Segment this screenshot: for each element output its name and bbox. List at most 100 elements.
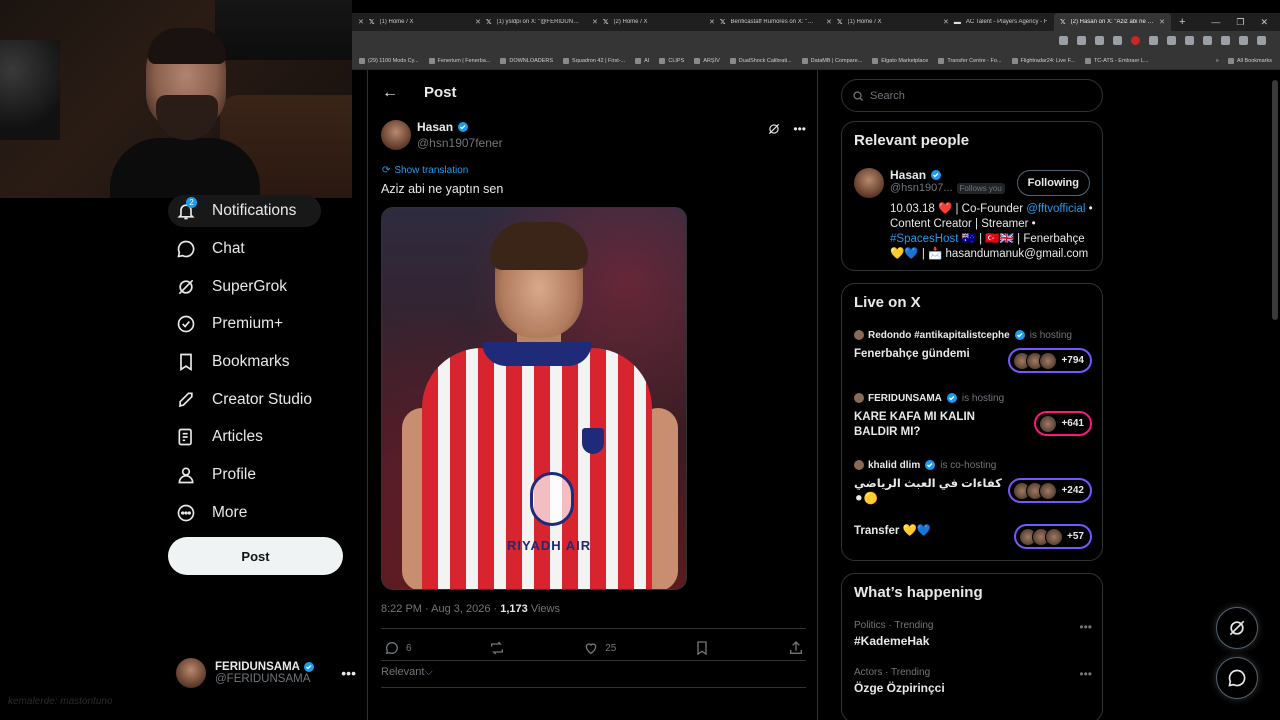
maximize-icon[interactable]: ❐ [1236, 17, 1244, 28]
bookmark-item[interactable]: Elgato Marketplace [867, 58, 933, 64]
bookmark-folder[interactable]: DOWNLOADERS [495, 58, 558, 64]
browser-tab[interactable]: ✕ 𝕏 (1) ysldpi on X: "@FERIDUNSAMA... [469, 13, 586, 31]
live-space-item[interactable]: FERIDUNSAMA is hosting KARE KAFA MI KALI… [854, 392, 1092, 440]
bookmark-folder[interactable]: ARŞİV [689, 58, 725, 64]
star-icon[interactable] [1113, 36, 1122, 45]
more-options-icon[interactable]: ••• [1079, 667, 1092, 681]
live-space-item[interactable]: khalid dlim is co-hosting كفاءات في العب… [854, 459, 1092, 507]
nav-item-chat[interactable]: Chat [168, 230, 358, 268]
chat-icon [177, 240, 195, 258]
host-role: is co-hosting [940, 459, 997, 471]
share-icon[interactable] [1095, 36, 1104, 45]
listener-count-pill[interactable]: +242 [1008, 478, 1092, 503]
search-input[interactable]: Search [870, 90, 905, 102]
more-options-icon[interactable]: ••• [1079, 620, 1092, 634]
bookmark-item[interactable]: Transfer Centre - Fo... [933, 58, 1006, 64]
close-icon[interactable]: ✕ [358, 18, 364, 26]
new-tab-icon[interactable]: + [1171, 16, 1193, 28]
browser-tab-active[interactable]: 𝕏 (2) Hasan on X: "Aziz abi ne y... ✕ [1054, 13, 1171, 31]
avatar[interactable] [381, 120, 411, 150]
reply-button[interactable]: 6 [384, 640, 412, 656]
bookmark-folder[interactable]: AI [630, 58, 654, 64]
bookmark-item[interactable]: Fenerium | Fenerba... [424, 58, 496, 64]
bookmark-favicon-icon [1011, 58, 1018, 64]
bookmark-button[interactable] [694, 640, 710, 656]
browser-tab[interactable]: ✕ 𝕏 (1) Home / X [352, 13, 469, 31]
like-button[interactable]: 25 [583, 640, 616, 656]
close-icon[interactable]: ✕ [475, 18, 481, 26]
account-menu-icon[interactable]: ••• [341, 665, 356, 681]
account-switcher[interactable]: FERIDUNSAMA @FERIDUNSAMA ••• [176, 658, 356, 688]
person-name[interactable]: Hasan [890, 168, 926, 182]
profile-icon[interactable] [1221, 36, 1230, 45]
share-button[interactable] [788, 640, 804, 656]
bookmark-item[interactable]: Squadron 42 | First-... [558, 58, 630, 64]
nav-item-profile[interactable]: Profile [168, 456, 358, 494]
browser-tab[interactable]: ✕ 𝕏 (2) Home / X [586, 13, 703, 31]
downloads-icon[interactable] [1239, 36, 1248, 45]
zoom-icon[interactable] [1077, 36, 1086, 45]
more-options-icon[interactable]: ••• [793, 122, 806, 136]
browser-tab[interactable]: ✕ 𝕏 Benficastaff Rumores on X: "C... [703, 13, 820, 31]
minimize-icon[interactable]: — [1211, 17, 1220, 28]
nav-item-creator-studio[interactable]: Creator Studio [168, 381, 358, 419]
bio-mention-link[interactable]: @fftvofficial [1026, 203, 1085, 215]
grok-icon[interactable] [767, 122, 781, 136]
post-timestamp[interactable]: 8:22 PM · Aug 3, 2026 · [381, 603, 500, 615]
menu-icon[interactable] [1257, 36, 1266, 45]
back-arrow-icon[interactable]: ← [382, 84, 398, 102]
following-button[interactable]: Following [1016, 170, 1090, 196]
listener-count-pill[interactable]: +641 [1034, 411, 1092, 436]
close-icon[interactable]: ✕ [826, 18, 832, 26]
close-icon[interactable]: ✕ [1159, 18, 1165, 26]
grok-floating-button[interactable] [1216, 607, 1258, 649]
bookmark-item[interactable]: DualShock Calibrati... [725, 58, 797, 64]
nav-item-more[interactable]: More [168, 494, 358, 532]
bio-hashtag-link[interactable]: #SpacesHost [890, 233, 958, 245]
compose-post-button[interactable]: Post [168, 537, 343, 575]
all-bookmarks[interactable]: » All Bookmarks [1211, 58, 1280, 64]
messages-floating-button[interactable] [1216, 657, 1258, 699]
author-name[interactable]: Hasan [417, 120, 453, 134]
bookmark-item[interactable]: TC-ATS - Embraer L... [1080, 58, 1154, 64]
extension-icon[interactable] [1131, 36, 1140, 45]
live-space-item[interactable]: Redondo #antikapitalistcephe is hosting … [854, 329, 1092, 373]
live-space-item[interactable]: Transfer 💛💙 +57 [854, 524, 1092, 549]
trend-item[interactable]: Politics · Trending #KademeHak ••• [854, 620, 1092, 648]
nav-item-supergrok[interactable]: SuperGrok [168, 268, 358, 306]
close-icon[interactable]: ✕ [592, 18, 598, 26]
bookmark-item[interactable]: Flightradar24: Live F... [1007, 58, 1080, 64]
listener-count-pill[interactable]: +794 [1008, 348, 1092, 373]
nav-item-notifications[interactable]: 2 Notifications [168, 195, 321, 227]
search-box[interactable]: Search [841, 79, 1103, 112]
nav-item-premium[interactable]: Premium+ [168, 305, 358, 343]
bookmark-item[interactable]: (29) 1100 Mods Cy... [354, 58, 424, 64]
extension-icon[interactable] [1185, 36, 1194, 45]
extension-icon[interactable] [1149, 36, 1158, 45]
trend-item[interactable]: Actors · Trending Özge Özpirinçci ••• [854, 667, 1092, 695]
author-handle[interactable]: @hsn1907fener [417, 136, 503, 150]
browser-tab[interactable]: ✕ 𝕏 (1) Home / X [820, 13, 937, 31]
translate-icon[interactable] [1059, 36, 1068, 45]
close-window-icon[interactable]: ✕ [1260, 17, 1268, 28]
repost-button[interactable] [489, 640, 505, 656]
puzzle-icon[interactable] [1203, 36, 1212, 45]
page-scrollbar[interactable] [1272, 80, 1278, 320]
post-media-image[interactable]: RIYADH AIR [381, 207, 687, 590]
show-translation-link[interactable]: ⟳ Show translation [382, 165, 468, 176]
close-icon[interactable]: ✕ [709, 18, 715, 26]
nav-item-articles[interactable]: Articles [168, 418, 358, 456]
reply-sort-dropdown[interactable]: Relevant⌵ [381, 666, 433, 679]
nav-item-bookmarks[interactable]: Bookmarks [168, 343, 358, 381]
bookmark-favicon-icon [801, 58, 808, 64]
article-icon [178, 428, 192, 446]
listener-count-pill[interactable]: +57 [1014, 524, 1092, 549]
close-icon[interactable]: ✕ [943, 18, 949, 26]
follows-you-badge: Follows you [956, 182, 1005, 194]
bookmark-folder[interactable]: CLIPS [654, 58, 689, 64]
bookmark-item[interactable]: DataMB | Compare... [797, 58, 868, 64]
live-on-x-card: Live on X Redondo #antikapitalistcephe i… [841, 283, 1103, 561]
extension-icon[interactable] [1167, 36, 1176, 45]
browser-tab[interactable]: ✕ ▬ AC Talent - Players Agency - F [937, 13, 1054, 31]
avatar[interactable] [854, 168, 884, 198]
